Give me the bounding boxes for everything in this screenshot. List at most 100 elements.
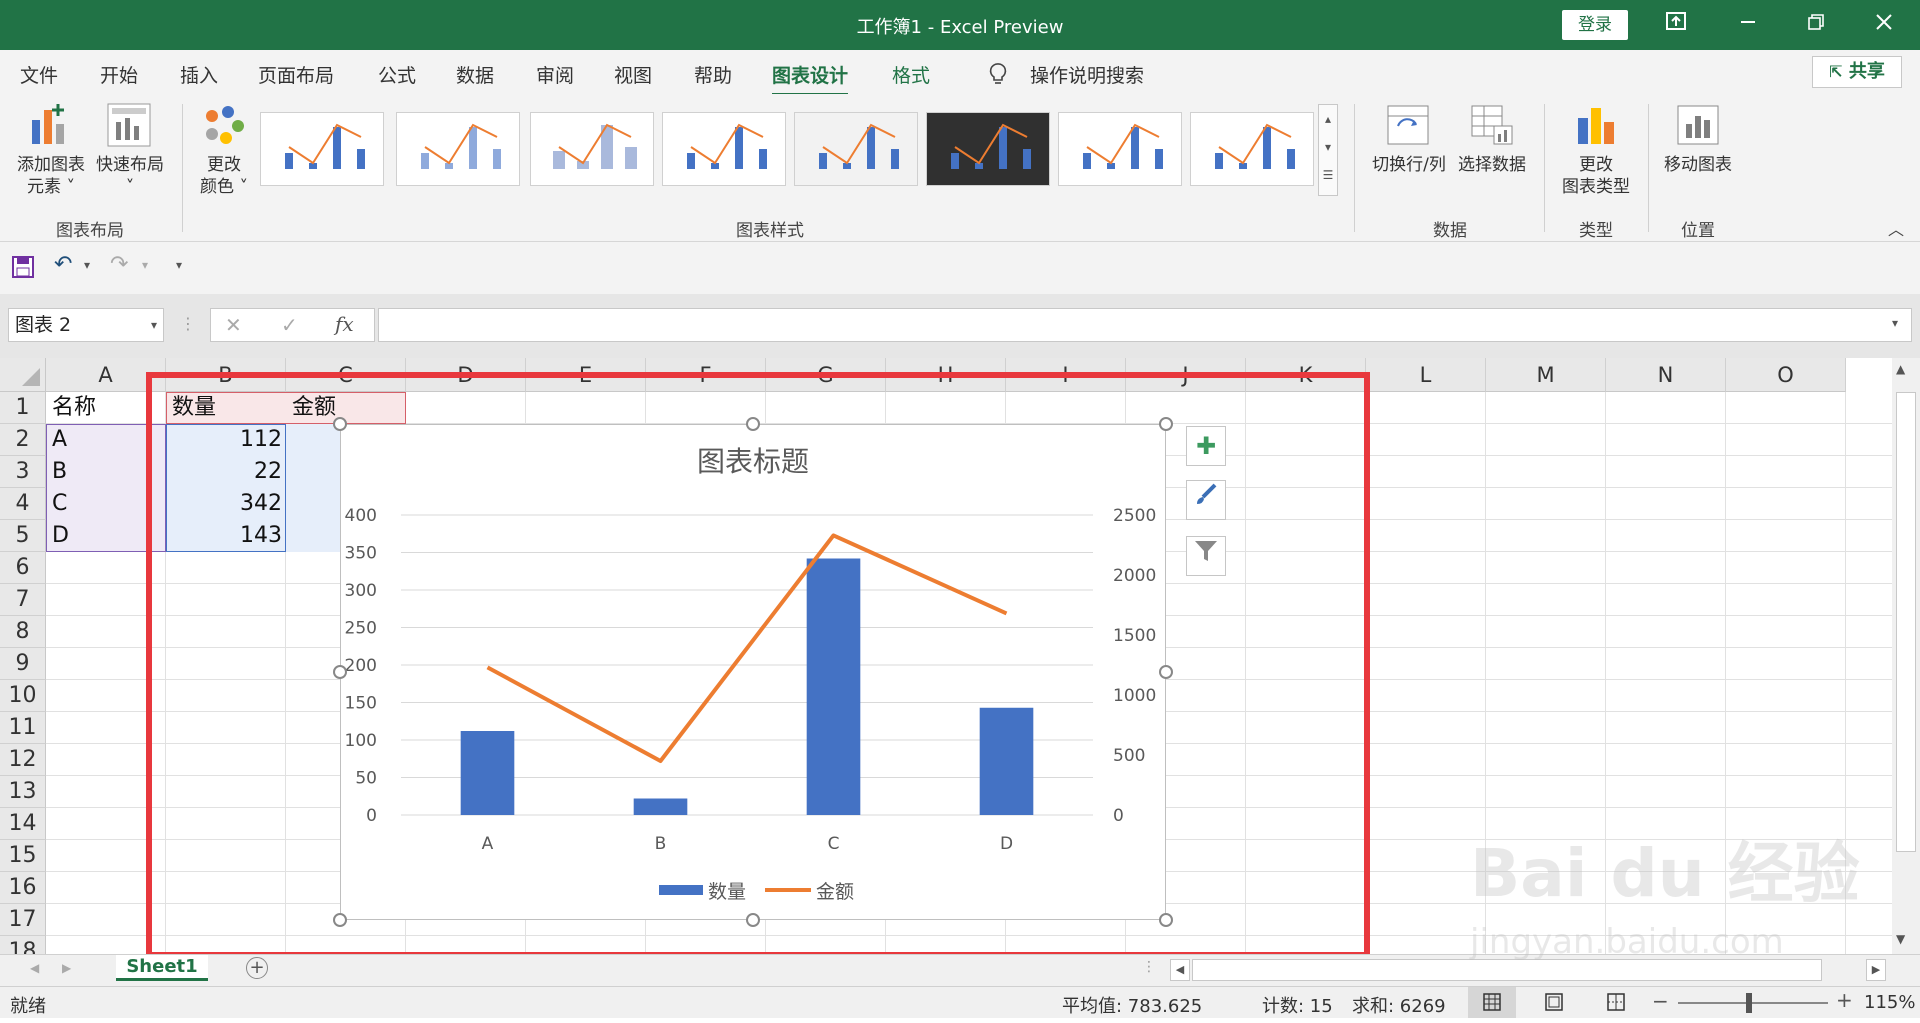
add-sheet-icon[interactable]: + xyxy=(246,957,268,979)
redo-icon[interactable]: ↷ xyxy=(110,252,128,277)
add-chart-element-button[interactable]: 添加图表 元素 ˅ xyxy=(8,154,94,198)
chart-style-1[interactable] xyxy=(260,112,384,186)
change-chart-type-icon[interactable] xyxy=(1574,104,1618,150)
vertical-scroll-thumb[interactable] xyxy=(1896,392,1916,852)
name-box-dropdown-icon[interactable]: ▾ xyxy=(151,309,157,341)
insert-function-icon[interactable]: fx xyxy=(335,312,354,336)
expand-gallery-icon[interactable]: ☰ xyxy=(1319,161,1337,189)
column-header-o[interactable]: O xyxy=(1726,358,1846,392)
zoom-slider-thumb[interactable] xyxy=(1746,993,1752,1013)
column-header-l[interactable]: L xyxy=(1366,358,1486,392)
row-header-1[interactable]: 1 xyxy=(0,392,46,424)
row-header-6[interactable]: 6 xyxy=(0,552,46,584)
row-header-18[interactable]: 18 xyxy=(0,936,46,954)
name-box[interactable]: 图表 2 ▾ xyxy=(8,308,164,342)
select-all-corner[interactable] xyxy=(0,358,46,392)
row-header-16[interactable]: 16 xyxy=(0,872,46,904)
scroll-up-arrow-icon[interactable]: ▲ xyxy=(1896,362,1905,376)
login-button[interactable]: 登录 xyxy=(1562,10,1628,40)
ribbon-display-options-icon[interactable] xyxy=(1640,0,1712,50)
row-header-9[interactable]: 9 xyxy=(0,648,46,680)
minimize-icon[interactable] xyxy=(1712,0,1784,50)
chart-style-6[interactable] xyxy=(926,112,1050,186)
redo-dropdown-icon[interactable]: ▾ xyxy=(142,258,148,272)
column-header-m[interactable]: M xyxy=(1486,358,1606,392)
row-header-2[interactable]: 2 xyxy=(0,424,46,456)
switch-row-column-icon[interactable] xyxy=(1386,104,1430,150)
select-data-icon[interactable] xyxy=(1470,104,1514,150)
tab-file[interactable]: 文件 xyxy=(20,61,58,88)
tab-help[interactable]: 帮助 xyxy=(694,61,732,88)
row-header-5[interactable]: 5 xyxy=(0,520,46,552)
scroll-down-icon[interactable]: ▾ xyxy=(1319,133,1337,161)
expand-formula-icon[interactable]: ▾ xyxy=(1892,316,1898,330)
move-chart-button[interactable]: 移动图表 xyxy=(1656,154,1740,176)
share-button[interactable]: ⇱ 共享 xyxy=(1812,56,1902,88)
change-colors-button[interactable]: 更改 颜色 ˅ xyxy=(192,154,256,198)
tab-chart-design[interactable]: 图表设计 xyxy=(772,61,848,88)
row-header-15[interactable]: 15 xyxy=(0,840,46,872)
row-header-7[interactable]: 7 xyxy=(0,584,46,616)
tab-splitter-icon[interactable]: ⋮ xyxy=(1142,959,1156,975)
tab-format[interactable]: 格式 xyxy=(892,61,930,88)
row-header-8[interactable]: 8 xyxy=(0,616,46,648)
zoom-out-icon[interactable]: − xyxy=(1652,989,1669,1013)
scroll-left-arrow-icon[interactable]: ◀ xyxy=(1170,959,1190,981)
save-icon[interactable] xyxy=(12,256,34,282)
zoom-in-icon[interactable]: + xyxy=(1836,988,1853,1012)
row-header-13[interactable]: 13 xyxy=(0,776,46,808)
search-box[interactable]: 操作说明搜索 xyxy=(1030,61,1144,88)
customize-qat-icon[interactable]: ▾ xyxy=(176,258,182,272)
chart-style-4[interactable] xyxy=(662,112,786,186)
select-data-button[interactable]: 选择数据 xyxy=(1452,154,1532,176)
row-header-17[interactable]: 17 xyxy=(0,904,46,936)
tab-insert[interactable]: 插入 xyxy=(180,61,218,88)
normal-view-icon[interactable] xyxy=(1468,987,1516,1018)
chart-style-2[interactable] xyxy=(396,112,520,186)
enter-icon[interactable]: ✓ xyxy=(281,313,298,337)
move-chart-icon[interactable] xyxy=(1676,104,1720,150)
collapse-ribbon-icon[interactable]: ︿ xyxy=(1888,216,1904,240)
row-header-11[interactable]: 11 xyxy=(0,712,46,744)
quick-layout-icon[interactable] xyxy=(106,102,152,152)
restore-icon[interactable] xyxy=(1780,0,1852,50)
row-header-12[interactable]: 12 xyxy=(0,744,46,776)
prev-sheet-icon[interactable]: ◀ xyxy=(30,961,39,975)
column-header-n[interactable]: N xyxy=(1606,358,1726,392)
chart-style-5[interactable] xyxy=(794,112,918,186)
vertical-scrollbar[interactable]: ▲ ▼ xyxy=(1892,358,1920,954)
palette-icon[interactable] xyxy=(202,104,246,152)
styles-scroll[interactable]: ▴ ▾ ☰ xyxy=(1318,104,1338,196)
tab-view[interactable]: 视图 xyxy=(614,61,652,88)
chart-style-7[interactable] xyxy=(1058,112,1182,186)
row-header-4[interactable]: 4 xyxy=(0,488,46,520)
tab-data[interactable]: 数据 xyxy=(456,61,494,88)
sheet-tab-sheet1[interactable]: Sheet1 xyxy=(116,955,208,981)
quick-layout-button[interactable]: 快速布局 ˅ xyxy=(94,154,166,198)
row-header-10[interactable]: 10 xyxy=(0,680,46,712)
tab-formulas[interactable]: 公式 xyxy=(378,61,416,88)
zoom-slider-track[interactable] xyxy=(1678,1002,1828,1004)
next-sheet-icon[interactable]: ▶ xyxy=(62,961,71,975)
cancel-icon[interactable]: ✕ xyxy=(225,313,242,337)
undo-dropdown-icon[interactable]: ▾ xyxy=(84,258,90,272)
change-chart-type-button[interactable]: 更改 图表类型 xyxy=(1556,154,1636,198)
zoom-level[interactable]: 115% xyxy=(1864,992,1915,1013)
switch-row-column-button[interactable]: 切换行/列 xyxy=(1366,154,1452,176)
row-header-14[interactable]: 14 xyxy=(0,808,46,840)
tab-review[interactable]: 审阅 xyxy=(536,61,574,88)
close-icon[interactable] xyxy=(1848,0,1920,50)
add-chart-element-icon[interactable] xyxy=(28,102,72,152)
page-break-view-icon[interactable] xyxy=(1592,987,1640,1018)
undo-icon[interactable]: ↶ xyxy=(54,252,72,277)
scroll-down-arrow-icon[interactable]: ▼ xyxy=(1896,932,1905,946)
tab-page-layout[interactable]: 页面布局 xyxy=(258,61,334,88)
chart-style-3[interactable] xyxy=(530,112,654,186)
page-layout-view-icon[interactable] xyxy=(1530,987,1578,1018)
row-header-3[interactable]: 3 xyxy=(0,456,46,488)
scroll-up-icon[interactable]: ▴ xyxy=(1319,105,1337,133)
formula-input[interactable] xyxy=(378,308,1912,342)
scroll-right-arrow-icon[interactable]: ▶ xyxy=(1866,959,1886,981)
tab-home[interactable]: 开始 xyxy=(100,61,138,88)
chart-style-8[interactable] xyxy=(1190,112,1314,186)
